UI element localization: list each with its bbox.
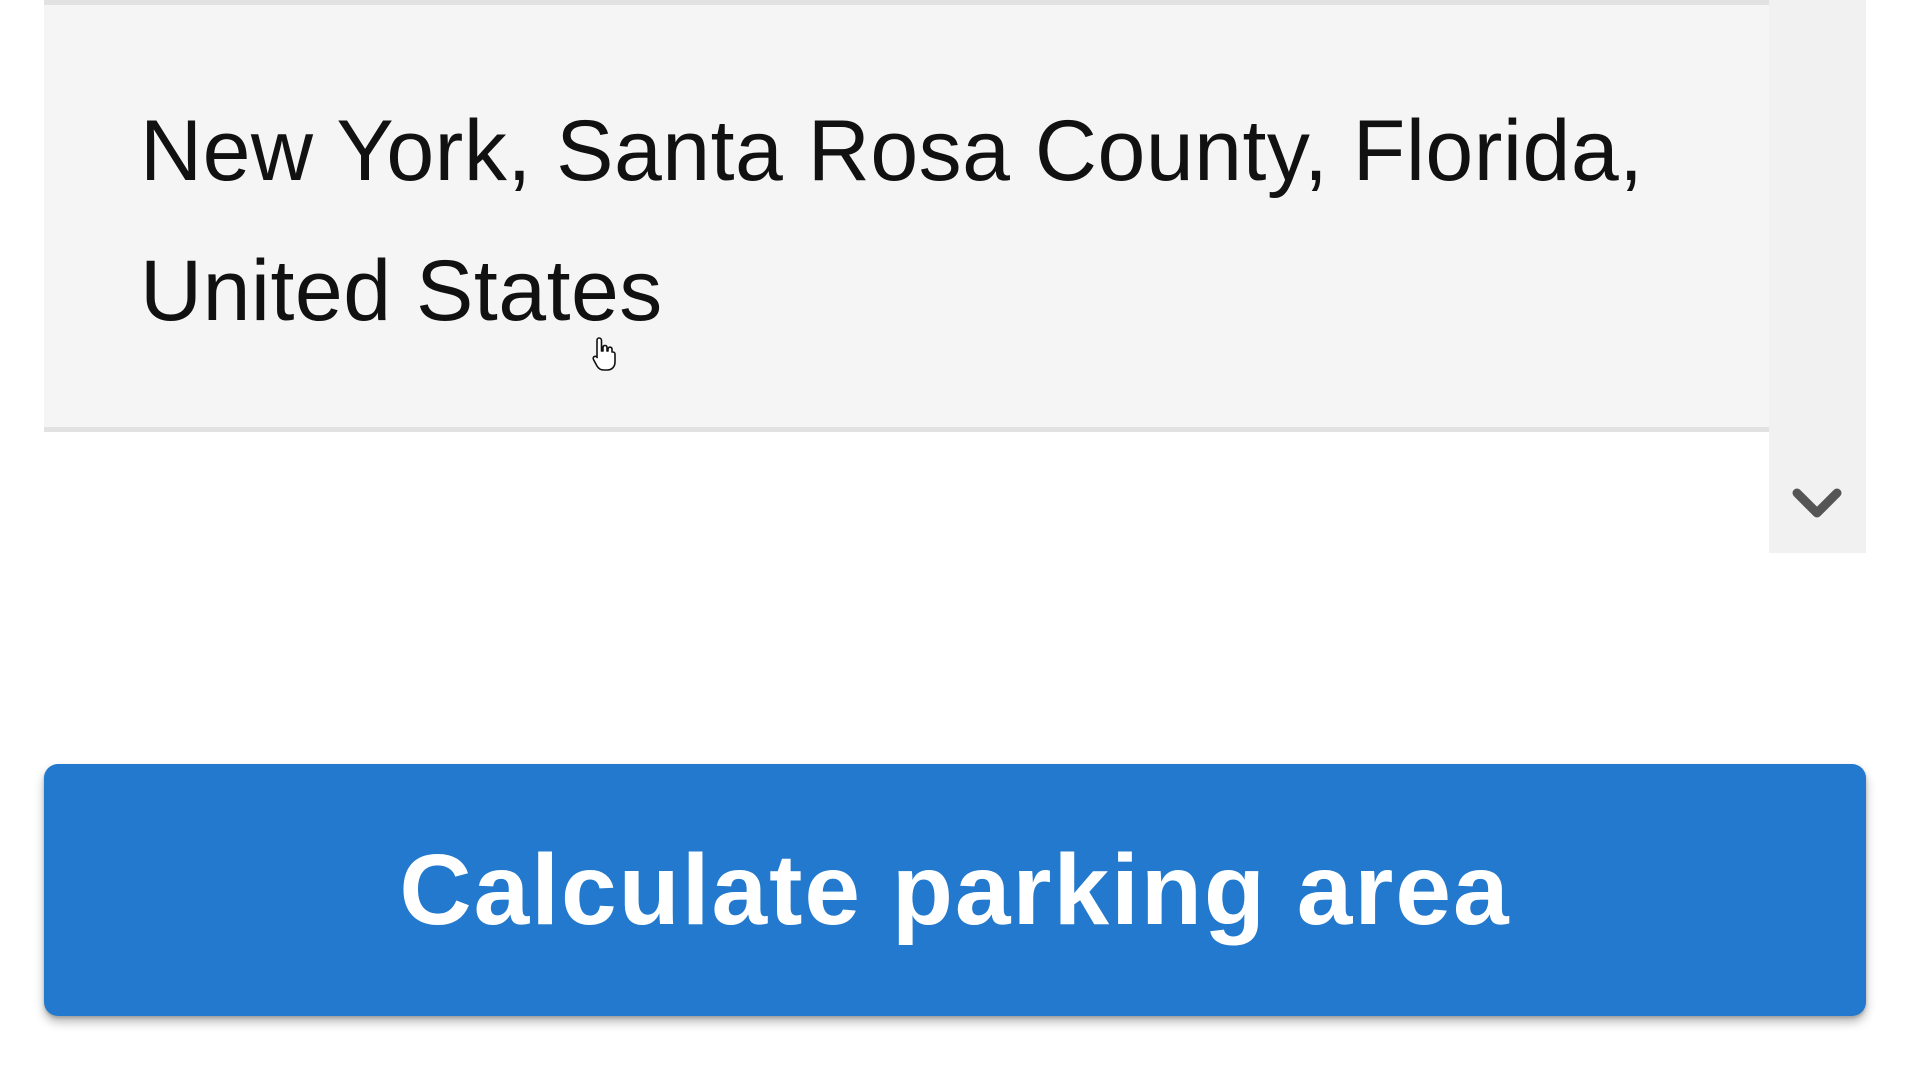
dropdown-scrollbar[interactable] xyxy=(1769,0,1866,553)
screen: New York, Santa Rosa County, Florida, Un… xyxy=(0,0,1920,1080)
chevron-down-icon[interactable] xyxy=(1789,477,1845,533)
location-suggestions-dropdown: New York, Santa Rosa County, Florida, Un… xyxy=(44,0,1866,553)
hand-cursor-icon xyxy=(592,337,616,371)
suggestions-viewport: New York, Santa Rosa County, Florida, Un… xyxy=(44,0,1769,553)
calculate-parking-area-button[interactable]: Calculate parking area xyxy=(44,764,1866,1016)
suggestion-item-wayne-county[interactable]: New York, Wayne County, I xyxy=(44,432,1769,553)
suggestion-item-santa-rosa[interactable]: New York, Santa Rosa County, Florida, Un… xyxy=(44,0,1769,432)
